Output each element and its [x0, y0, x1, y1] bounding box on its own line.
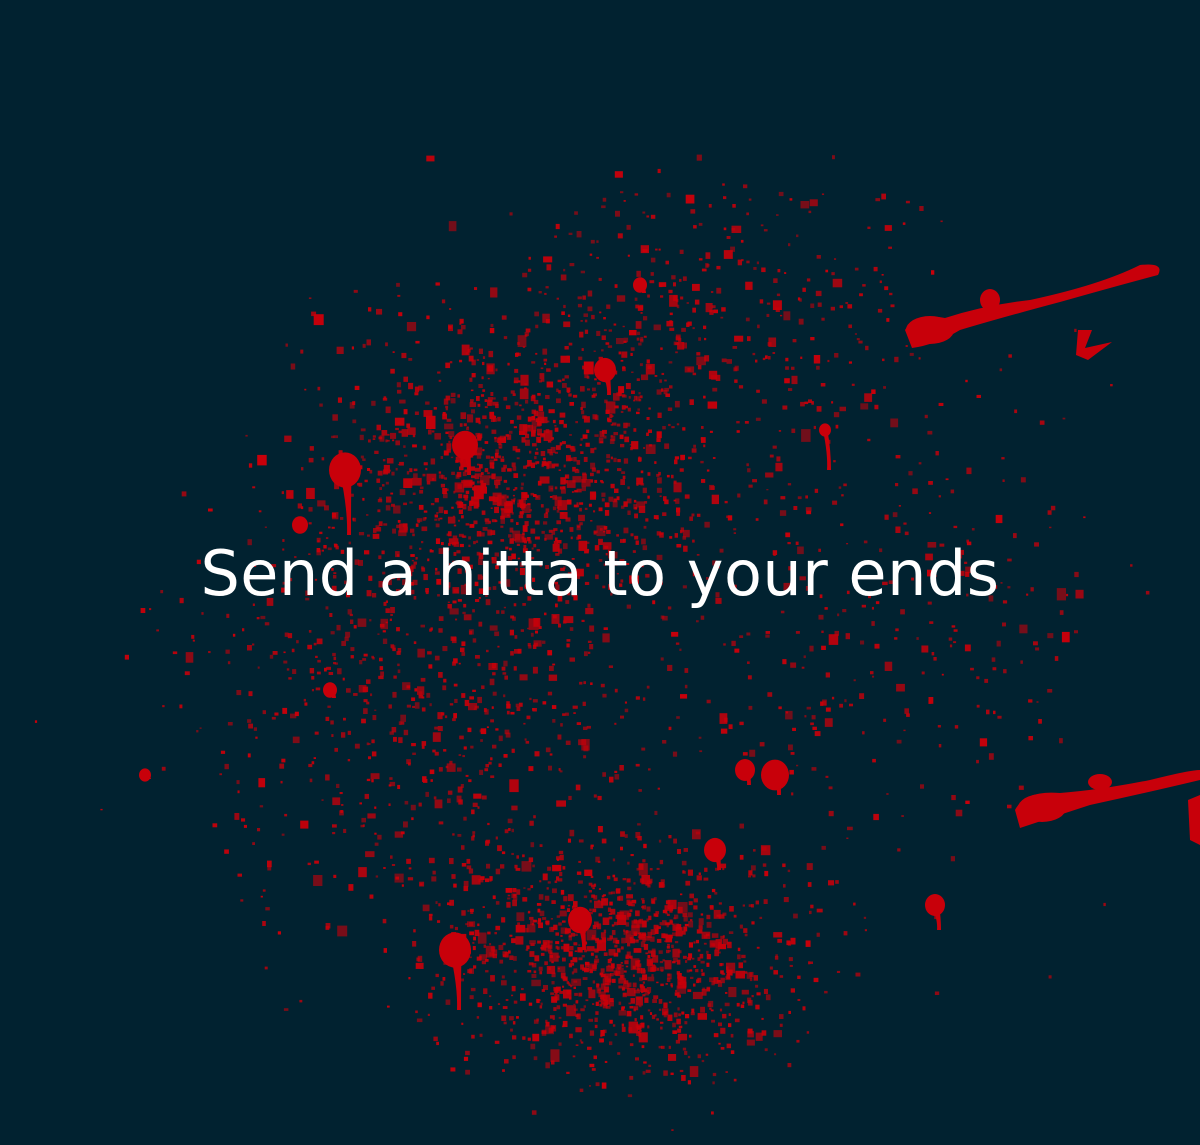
- caption-text: Send a hitta to your ends: [200, 537, 1000, 610]
- splatter-layer: [34, 154, 1200, 1131]
